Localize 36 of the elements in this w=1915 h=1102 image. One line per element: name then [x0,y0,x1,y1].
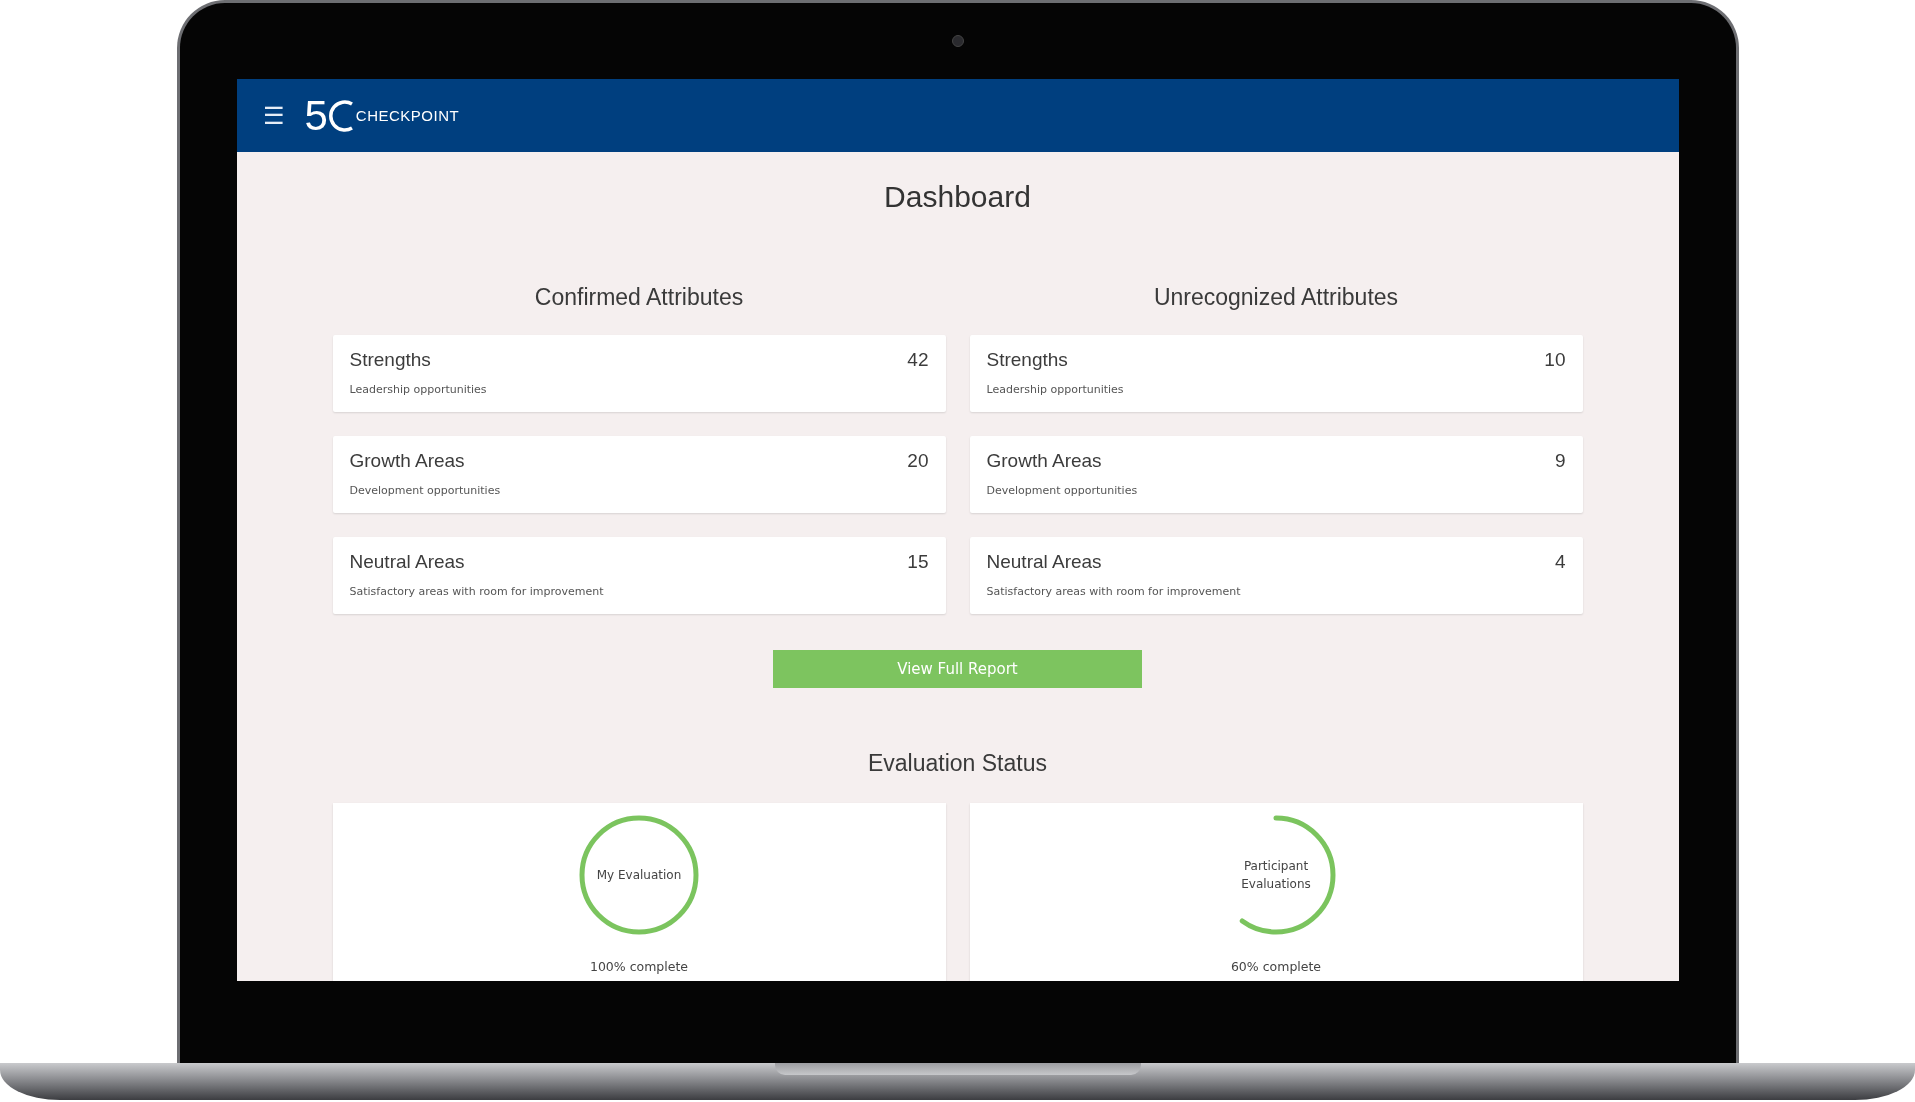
card-title: Strengths [986,349,1069,371]
card-subtitle: Satisfactory areas with room for improvement [349,585,604,598]
card-count: 20 [907,450,929,473]
card-title: Growth Areas [986,450,1103,472]
attribute-card[interactable]: Growth Areas Development opportunities 20 [332,436,946,513]
card-subtitle: Satisfactory areas with room for improvement [986,585,1241,598]
attribute-card[interactable]: Strengths Leadership opportunities 10 [969,335,1583,412]
section-heading: Unrecognized Attributes [1152,284,1400,311]
progress-caption: 60% complete [1230,959,1322,974]
card-title: Strengths [349,349,432,371]
card-title: Neutral Areas [986,551,1103,573]
card-title: Neutral Areas [349,551,466,573]
card-subtitle: Leadership opportunities [986,383,1124,396]
card-subtitle: Leadership opportunities [349,383,487,396]
card-title: Growth Areas [349,450,466,472]
attribute-card[interactable]: Neutral Areas Satisfactory areas with room for improvement 4 [969,537,1583,614]
camera-dot [951,35,964,47]
card-count: 15 [907,551,929,574]
attribute-card[interactable]: Growth Areas Development opportunities 9 [969,436,1583,513]
progress-caption: 100% complete [589,959,689,974]
card-subtitle: Development opportunities [986,484,1138,497]
menu-button[interactable]: ☰ [256,97,291,134]
logo-mark: 5 [304,91,325,140]
section-heading: Evaluation Status [868,750,1047,777]
section-heading: Confirmed Attributes [533,284,745,311]
card-count: 4 [1554,551,1566,574]
page-title: Dashboard [884,180,1031,214]
ring-label: My Evaluation [595,867,683,884]
logo-text: CHECKPOINT [355,107,460,124]
card-count: 10 [1544,349,1566,372]
attribute-card[interactable]: Strengths Leadership opportunities 42 [332,335,946,412]
card-count: 9 [1554,450,1566,473]
ring-label: Participant Evaluations [1240,858,1312,893]
attribute-card[interactable]: Neutral Areas Satisfactory areas with room for improvement 15 [332,537,946,614]
card-count: 42 [907,349,929,372]
card-subtitle: Development opportunities [349,484,501,497]
